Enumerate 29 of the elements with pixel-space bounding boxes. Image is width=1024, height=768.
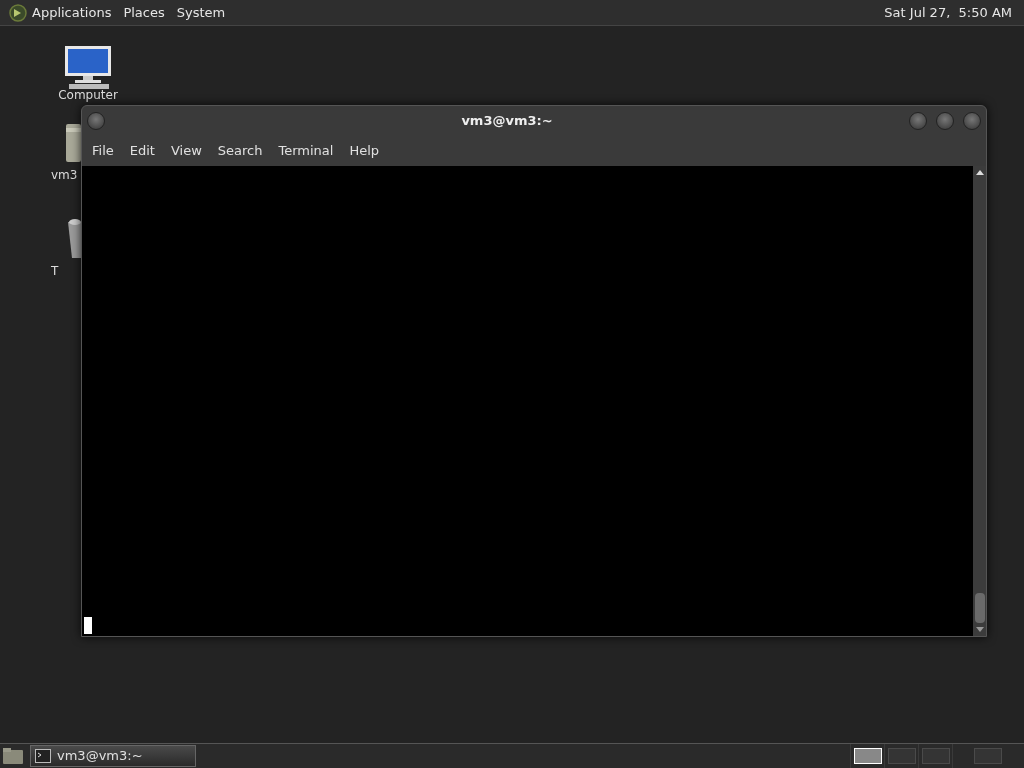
scrollbar-thumb[interactable]	[974, 593, 985, 623]
window-menu-button[interactable]	[87, 112, 105, 130]
menu-item[interactable]: Edit	[121, 141, 163, 161]
close-button[interactable]	[963, 112, 981, 130]
folder-icon[interactable]	[66, 124, 81, 162]
menu-item[interactable]: Help	[341, 141, 388, 161]
panel-menu[interactable]: System	[176, 2, 226, 23]
scroll-up-icon[interactable]	[975, 170, 984, 175]
desktop-icon-label[interactable]: Computer	[58, 89, 118, 102]
show-desktop-icon[interactable]	[2, 747, 24, 765]
desktop-icon-label[interactable]: T	[44, 264, 59, 278]
panel-menu[interactable]: Applications	[32, 2, 112, 23]
trash-icon[interactable]	[68, 218, 81, 258]
window-title: vm3@vm3:~	[461, 112, 553, 131]
text-cursor	[84, 617, 92, 634]
scroll-down-icon[interactable]	[975, 627, 984, 632]
maximize-button[interactable]	[936, 112, 954, 130]
terminal-icon	[35, 749, 51, 763]
panel-menu[interactable]: Places	[123, 2, 165, 23]
computer-icon[interactable]	[63, 44, 113, 90]
menu-item[interactable]: Search	[209, 141, 271, 161]
scrollbar[interactable]	[973, 166, 986, 636]
taskbar-button[interactable]: vm3@vm3:~	[30, 745, 196, 767]
clock[interactable]: Sat Jul 27, 5:50 AM	[884, 2, 1016, 23]
menu-item[interactable]: Terminal	[270, 141, 342, 161]
menu-item[interactable]: View	[162, 141, 210, 161]
minimize-button[interactable]	[909, 112, 927, 130]
desktop-icon-label[interactable]: vm3	[44, 168, 78, 182]
menu-item[interactable]: File	[84, 141, 122, 161]
